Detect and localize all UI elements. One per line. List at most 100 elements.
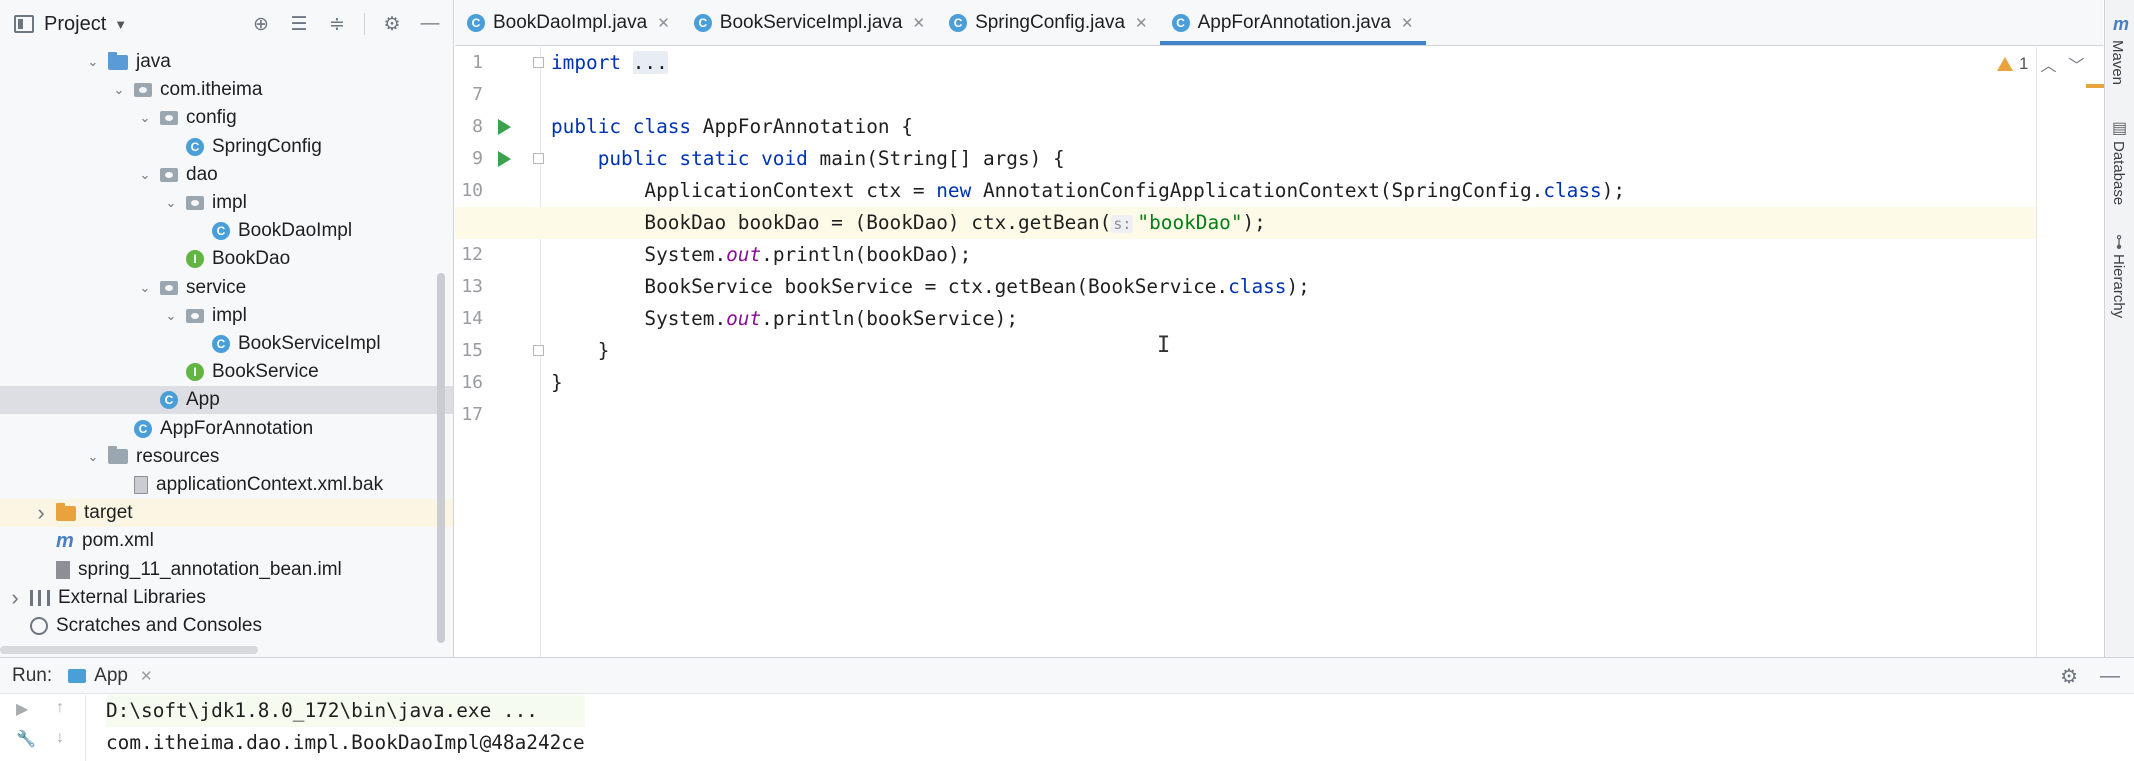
code-line[interactable]: import ... [541, 47, 2036, 79]
chevron-down-icon[interactable]: ⌄ [112, 82, 126, 98]
tree-item-label: config [186, 107, 237, 129]
line-number: 16 [461, 372, 483, 393]
close-icon[interactable]: ✕ [140, 667, 153, 685]
tree-item[interactable]: ⌄ impl [0, 302, 453, 330]
close-icon[interactable]: ✕ [912, 14, 925, 32]
tree-item-label: BookDao [212, 248, 291, 270]
chevron-down-icon[interactable]: ⌄ [138, 280, 152, 296]
code-line[interactable]: System.out.println(bookDao); [541, 239, 2036, 271]
chevron-down-icon[interactable]: ⌄ [164, 308, 178, 324]
folder-icon [56, 502, 76, 521]
maven-tool-label: Maven [2109, 40, 2126, 86]
tree-item[interactable]: ⌄ resources [0, 443, 453, 471]
tree-item[interactable]: applicationContext.xml.bak [0, 471, 453, 499]
tree-item[interactable]: I BookDao [0, 245, 453, 273]
minimize-icon[interactable]: — [2100, 665, 2120, 688]
code-line[interactable]: } [541, 335, 2036, 367]
tree-item[interactable]: spring_11_annotation_bean.iml [0, 556, 453, 584]
tree-item-label: pom.xml [82, 530, 154, 552]
scroll-down-icon[interactable]: ↓ [56, 729, 64, 747]
code-token: AnnotationConfigApplicationContext(Sprin… [982, 179, 1544, 202]
tree-item[interactable]: C App [0, 386, 453, 415]
tree-horizontal-scrollbar[interactable] [0, 646, 258, 654]
file-icon [134, 476, 148, 494]
tree-item[interactable]: ⌄ impl [0, 189, 453, 217]
scroll-up-icon[interactable]: ↑ [56, 699, 64, 717]
warning-stripe-mark[interactable] [2086, 84, 2104, 88]
tree-item[interactable]: › External Libraries [0, 584, 453, 612]
code-line[interactable]: BookService bookService = ctx.getBean(Bo… [541, 271, 2036, 303]
code-editor[interactable]: import ... public class AppForAnnotation … [455, 47, 2036, 657]
editor-tab-label: BookDaoImpl.java [493, 11, 648, 33]
code-line[interactable]: public static void main(String[] args) { [541, 143, 2036, 175]
tree-item[interactable]: Scratches and Consoles [0, 612, 453, 640]
code-line[interactable]: BookDao bookDao = (BookDao) ctx.getBean(… [455, 207, 2036, 239]
close-icon[interactable]: ✕ [657, 14, 670, 32]
tree-item-label: BookServiceImpl [238, 333, 381, 354]
text-cursor-icon: I [1157, 333, 1171, 358]
editor-tab[interactable]: C SpringConfig.java ✕ [937, 0, 1160, 45]
code-line[interactable]: } [541, 367, 2036, 399]
editor-tab[interactable]: C AppForAnnotation.java ✕ [1159, 0, 1426, 45]
chevron-down-icon[interactable]: ⌄ [138, 110, 152, 126]
tree-item[interactable]: ⌄ java [0, 48, 453, 76]
tree-item-label: AppForAnnotation [160, 417, 314, 439]
code-line[interactable]: public class AppForAnnotation { [541, 111, 2036, 143]
code-token: BookDao bookDao = (BookDao) ctx.getBean( [551, 211, 1112, 234]
tree-item[interactable]: C BookServiceImpl [0, 330, 453, 358]
run-gutter-icon[interactable] [498, 151, 511, 167]
chevron-down-icon[interactable]: ⌄ [138, 167, 152, 183]
project-icon [14, 15, 34, 33]
tree-item[interactable]: C AppForAnnotation [0, 415, 453, 443]
chevron-down-icon[interactable]: ▼ [114, 17, 127, 32]
toolbar-divider [364, 13, 365, 35]
close-icon[interactable]: ✕ [1135, 14, 1148, 32]
tree-item[interactable]: C SpringConfig [0, 133, 453, 161]
gear-icon[interactable]: ⚙ [381, 13, 403, 35]
console-output[interactable]: D:\soft\jdk1.8.0_172\bin\java.exe ... co… [106, 695, 585, 759]
code-line[interactable] [541, 79, 2036, 111]
line-number: 15 [461, 340, 483, 361]
interface-icon: I [186, 250, 204, 269]
code-line[interactable]: System.out.println(bookService); [541, 303, 2036, 335]
editor-tab[interactable]: C BookDaoImpl.java ✕ [455, 0, 682, 45]
chevron-down-icon[interactable]: ⌄ [164, 195, 178, 211]
tree-item[interactable]: ⌄ config [0, 104, 453, 132]
gear-icon[interactable]: ⚙ [2060, 664, 2078, 689]
tree-item[interactable]: m pom.xml [0, 527, 453, 555]
next-highlight-icon[interactable]: ﹀ [2068, 52, 2084, 76]
database-tool-button[interactable]: ▤ Database [2109, 118, 2128, 205]
chevron-right-icon[interactable]: › [8, 585, 22, 611]
close-icon[interactable]: ✕ [1401, 14, 1414, 32]
tree-item[interactable]: ⌄ service [0, 274, 453, 302]
tree-item[interactable]: C BookDaoImpl [0, 217, 453, 245]
run-gutter-icon[interactable] [498, 119, 511, 135]
maven-tool-button[interactable]: Maven [2109, 40, 2126, 85]
hierarchy-tool-button[interactable]: ⊶ Hierarchy [2109, 234, 2128, 318]
chevron-right-icon[interactable]: › [34, 500, 48, 526]
wrench-icon[interactable]: 🔧 [16, 729, 36, 749]
crosshair-icon[interactable]: ⊕ [250, 13, 272, 35]
tree-item[interactable]: ⌄ dao [0, 161, 453, 189]
line-number: 13 [461, 276, 483, 297]
expand-all-icon[interactable]: ☰ [288, 13, 310, 35]
editor-tab[interactable]: C BookServiceImpl.java ✕ [682, 0, 937, 45]
code-line[interactable]: ApplicationContext ctx = new AnnotationC… [541, 175, 2036, 207]
code-token: public static void [551, 147, 820, 170]
code-token: class [1228, 275, 1287, 298]
interface-icon: I [186, 363, 204, 382]
tree-item[interactable]: I BookService [0, 358, 453, 386]
rerun-icon[interactable]: ▶ [16, 699, 28, 719]
collapse-all-icon[interactable]: ≑ [326, 13, 348, 35]
previous-highlight-icon[interactable]: ︿ [2040, 52, 2056, 76]
code-line[interactable] [541, 399, 2036, 431]
minimize-icon[interactable]: — [419, 13, 441, 35]
tree-item[interactable]: › target [0, 499, 453, 528]
inspection-widget[interactable]: 1 ︿ ﹀ [1997, 52, 2085, 76]
chevron-down-icon[interactable]: ⌄ [86, 54, 100, 70]
chevron-down-icon[interactable]: ⌄ [86, 449, 100, 465]
tree-item[interactable]: ⌄ com.itheima [0, 76, 453, 104]
project-title[interactable]: Project [44, 13, 106, 36]
tree-vertical-scrollbar[interactable] [437, 273, 445, 643]
run-tab-app[interactable]: App ✕ [68, 665, 153, 687]
